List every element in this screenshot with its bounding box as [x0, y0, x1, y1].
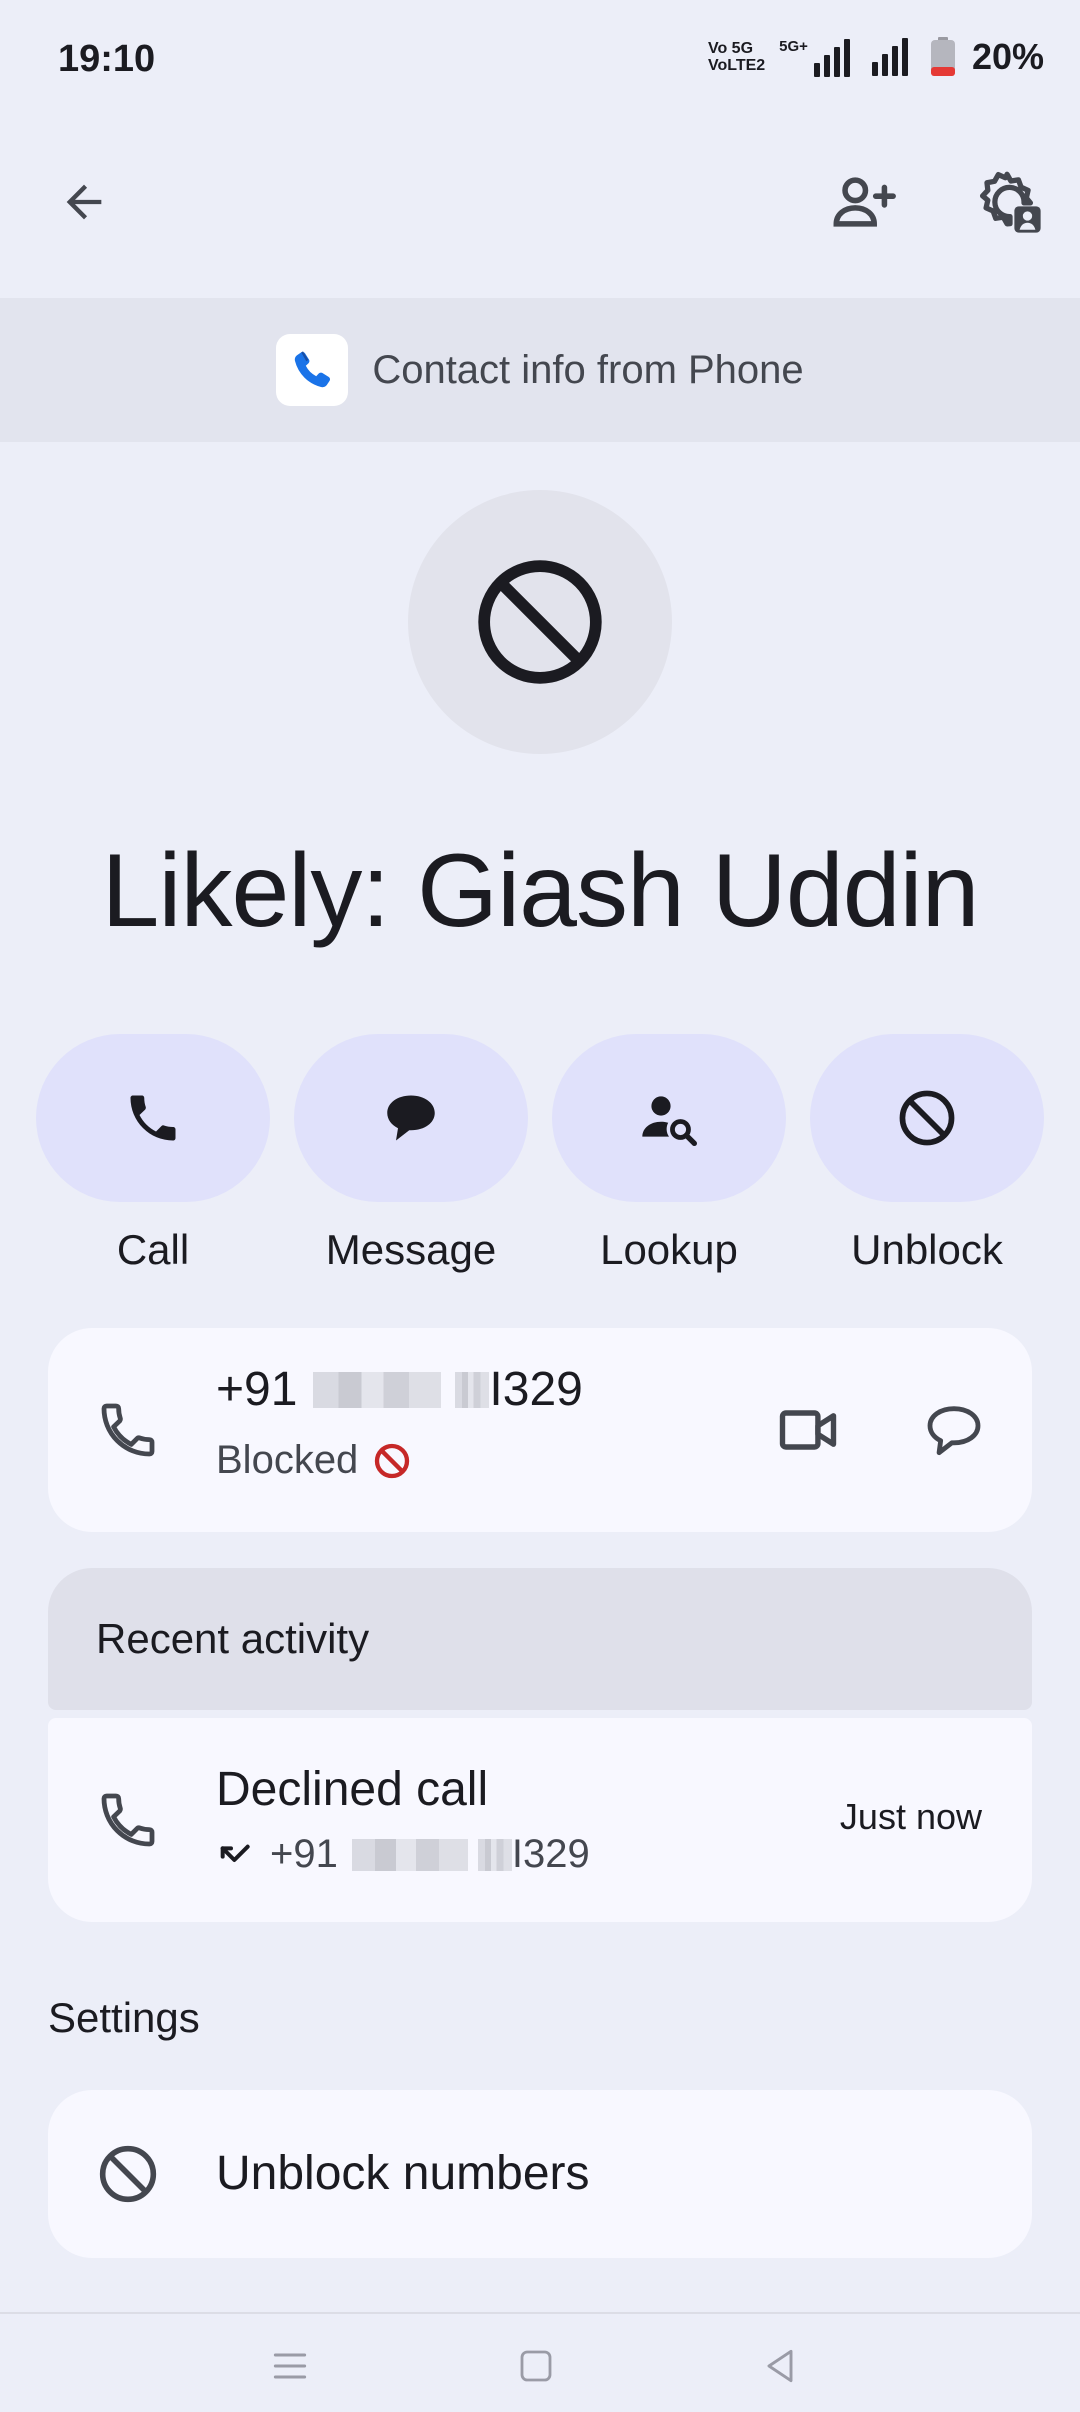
redacted-number: I329	[351, 1832, 590, 1877]
contact-settings-icon	[979, 171, 1041, 233]
message-label: Message	[325, 1226, 497, 1273]
call-number-prefix: +91	[270, 1832, 338, 1876]
recent-activity-title: Recent activity	[96, 1615, 370, 1662]
video-call-button[interactable]	[748, 1370, 868, 1490]
back-button[interactable]	[36, 154, 132, 250]
recents-button[interactable]	[250, 2336, 330, 2396]
phone-icon	[130, 1095, 176, 1141]
person-search-icon	[642, 1096, 697, 1146]
phone-icon	[96, 1788, 160, 1852]
unblock-button[interactable]	[810, 1034, 1044, 1202]
contact-avatar	[408, 490, 672, 754]
network-label-1: Vo 5G VoLTE2	[707, 40, 766, 74]
call-action[interactable]: Call	[36, 1034, 270, 1274]
unblock-action[interactable]: Unblock	[810, 1034, 1044, 1274]
call-number-suffix: I329	[511, 1832, 590, 1876]
redacted-digits	[313, 1371, 442, 1408]
recent-activity-header: Recent activity	[48, 1568, 1032, 1710]
status-icons: Vo 5G VoLTE2 5G+ 20%	[708, 36, 1044, 78]
triangle-back-icon	[767, 2349, 793, 2383]
call-time: Just now	[839, 1796, 982, 1837]
blocked-status: Blocked	[216, 1438, 412, 1483]
network-label-2: 5G+	[779, 37, 808, 55]
phone-app-logo-icon	[276, 334, 349, 406]
contact-settings-button[interactable]	[962, 154, 1058, 250]
call-number-row: +91 I329	[216, 1832, 590, 1877]
lookup-action[interactable]: Lookup	[552, 1034, 786, 1274]
arrow-back-icon	[66, 184, 102, 220]
phone-icon	[96, 1398, 160, 1462]
redacted-digits	[455, 1371, 490, 1408]
unblock-label: Unblock	[851, 1226, 1003, 1273]
block-icon	[96, 2142, 160, 2206]
message-icon	[387, 1095, 435, 1141]
add-contact-button[interactable]	[816, 154, 912, 250]
battery-icon	[930, 37, 956, 77]
status-time: 19:10	[58, 38, 156, 80]
person-add-icon	[833, 177, 896, 227]
battery-percent: 20%	[971, 36, 1044, 77]
declined-call-icon	[220, 1844, 250, 1862]
call-button[interactable]	[36, 1034, 270, 1202]
blocked-status-icon	[375, 1443, 410, 1478]
square-icon	[520, 2350, 552, 2382]
unblock-numbers-label: Unblock numbers	[216, 2147, 590, 2200]
signal-1-icon: 5G+	[779, 38, 850, 77]
message-outline-icon	[927, 1406, 981, 1456]
videocam-icon	[779, 1410, 837, 1450]
send-message-button[interactable]	[894, 1370, 1014, 1490]
lookup-button[interactable]	[552, 1034, 786, 1202]
blocked-label: Blocked	[216, 1438, 359, 1482]
unblock-numbers-item[interactable]: Unblock numbers	[48, 2090, 1032, 2258]
action-row: Call Message Lookup Unblock	[36, 1034, 1044, 1274]
message-button[interactable]	[294, 1034, 528, 1202]
menu-icon	[273, 2353, 307, 2379]
contact-name: Likely: Giash Uddin	[101, 833, 980, 949]
back-nav-button[interactable]	[740, 2336, 820, 2396]
phone-suffix: I329	[489, 1363, 583, 1416]
settings-title: Settings	[48, 1994, 200, 2041]
home-button[interactable]	[496, 2336, 576, 2396]
lookup-label: Lookup	[600, 1226, 738, 1273]
message-action[interactable]: Message	[294, 1034, 528, 1274]
blocked-icon	[478, 560, 602, 684]
block-icon	[899, 1090, 955, 1146]
signal-2-icon	[871, 38, 908, 76]
contact-source-banner: Contact info from Phone	[0, 298, 1080, 442]
phone-prefix: +91	[216, 1363, 298, 1416]
phone-number: +91 I329	[216, 1362, 583, 1417]
recent-call-item[interactable]: Declined call +91 I329 Just now	[48, 1718, 1032, 1922]
call-type: Declined call	[216, 1763, 489, 1816]
banner-text: Contact info from Phone	[372, 347, 804, 392]
call-label: Call	[116, 1226, 190, 1273]
phone-number-card[interactable]: +91 I329 Blocked	[48, 1328, 1032, 1532]
system-nav-bar	[0, 2312, 1080, 2412]
